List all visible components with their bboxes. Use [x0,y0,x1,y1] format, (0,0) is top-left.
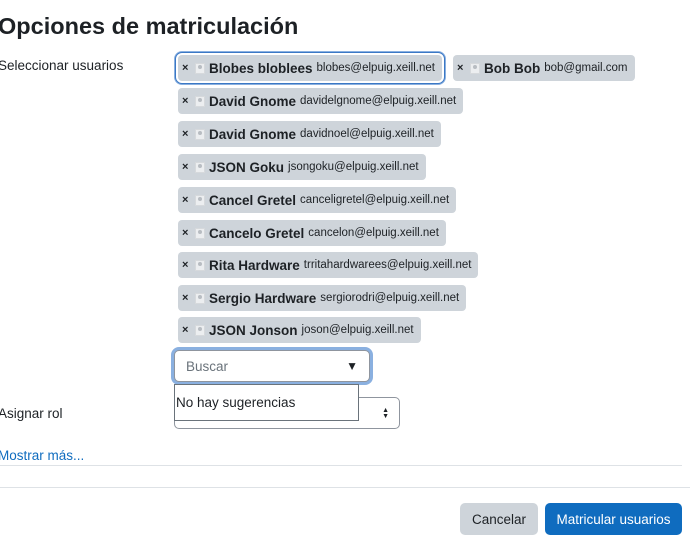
remove-icon[interactable]: × [182,259,192,271]
user-name: David Gnome [209,93,297,109]
user-avatar-icon [195,259,205,271]
remove-icon[interactable]: × [182,95,192,107]
user-chip[interactable]: × Cancelo Gretel cancelon@elpuig.xeill.net [178,220,446,246]
user-name: Rita Hardware [209,257,300,273]
user-email: bob@gmail.com [544,62,628,74]
role-label: Asignar rol [0,406,63,421]
remove-icon[interactable]: × [182,128,192,140]
user-avatar-icon [195,292,205,304]
user-email: blobes@elpuig.xeill.net [316,62,435,74]
remove-icon[interactable]: × [182,161,192,173]
cancel-button[interactable]: Cancelar [460,503,538,535]
user-chip[interactable]: × JSON Goku jsongoku@elpuig.xeill.net [178,154,426,180]
user-search-input[interactable] [186,358,336,374]
user-email: sergiorodri@elpuig.xeill.net [320,292,460,304]
user-chip[interactable]: × David Gnome davidelgnome@elpuig.xeill.ne… [178,88,464,114]
user-chip[interactable]: × Sergio Hardware sergiorodri@elpuig.xeill… [178,285,467,311]
user-email: cancelon@elpuig.xeill.net [308,227,439,239]
user-chip[interactable]: × JSON Jonson joson@elpuig.xeill.net [178,317,421,343]
divider [0,487,690,488]
user-email: joson@elpuig.xeill.net [301,324,414,336]
user-name: JSON Jonson [209,322,298,338]
user-chip[interactable]: × Cancel Gretel canceligretel@elpuig.xeill… [178,187,457,213]
user-name: Cancel Gretel [209,192,297,208]
user-search-box[interactable]: ▼ [174,350,370,382]
user-chip[interactable]: × Rita Hardware trritahardwarees@elpuig.xe… [178,252,479,278]
user-name: Blobes bloblees [209,60,313,76]
remove-icon[interactable]: × [182,194,192,206]
user-avatar-icon [470,62,480,74]
user-avatar-icon [195,128,205,140]
dropdown-arrow-icon[interactable]: ▼ [346,359,358,373]
sort-updown-icon: ▲ ▼ [382,407,389,420]
remove-icon[interactable]: × [182,62,192,74]
user-avatar-icon [195,95,205,107]
user-email: canceligretel@elpuig.xeill.net [300,194,450,206]
no-suggestions-text: No hay sugerencias [176,395,296,410]
user-chip[interactable]: × Bob Bob bob@gmail.com [453,55,635,81]
remove-icon[interactable]: × [182,292,192,304]
user-avatar-icon [195,62,205,74]
remove-icon[interactable]: × [457,62,467,74]
user-email: trritahardwarees@elpuig.xeill.net [303,259,472,271]
modal-title: Opciones de matriculación [0,13,299,39]
remove-icon[interactable]: × [182,227,192,239]
user-name: JSON Goku [209,159,285,175]
show-more-link[interactable]: Mostrar más... [0,448,84,463]
user-avatar-icon [195,227,205,239]
user-name: David Gnome [209,126,297,142]
user-name: Bob Bob [484,60,541,76]
user-name: Cancelo Gretel [209,225,305,241]
remove-icon[interactable]: × [182,324,192,336]
user-avatar-icon [195,194,205,206]
user-chip[interactable]: × David Gnome davidnoel@elpuig.xeill.net [178,121,441,147]
user-email: davidelgnome@elpuig.xeill.net [300,95,457,107]
user-email: davidnoel@elpuig.xeill.net [300,128,434,140]
enrol-users-button[interactable]: Matricular usuarios [545,503,682,535]
user-email: jsongoku@elpuig.xeill.net [288,161,419,173]
suggestions-list: No hay sugerencias [174,384,359,421]
user-name: Sergio Hardware [209,290,317,306]
user-avatar-icon [195,161,205,173]
divider [0,465,682,466]
user-avatar-icon [195,324,205,336]
user-chip[interactable]: × Blobes bloblees blobes@elpuig.xeill.net [178,55,442,81]
select-users-label: Seleccionar usuarios [0,58,124,73]
